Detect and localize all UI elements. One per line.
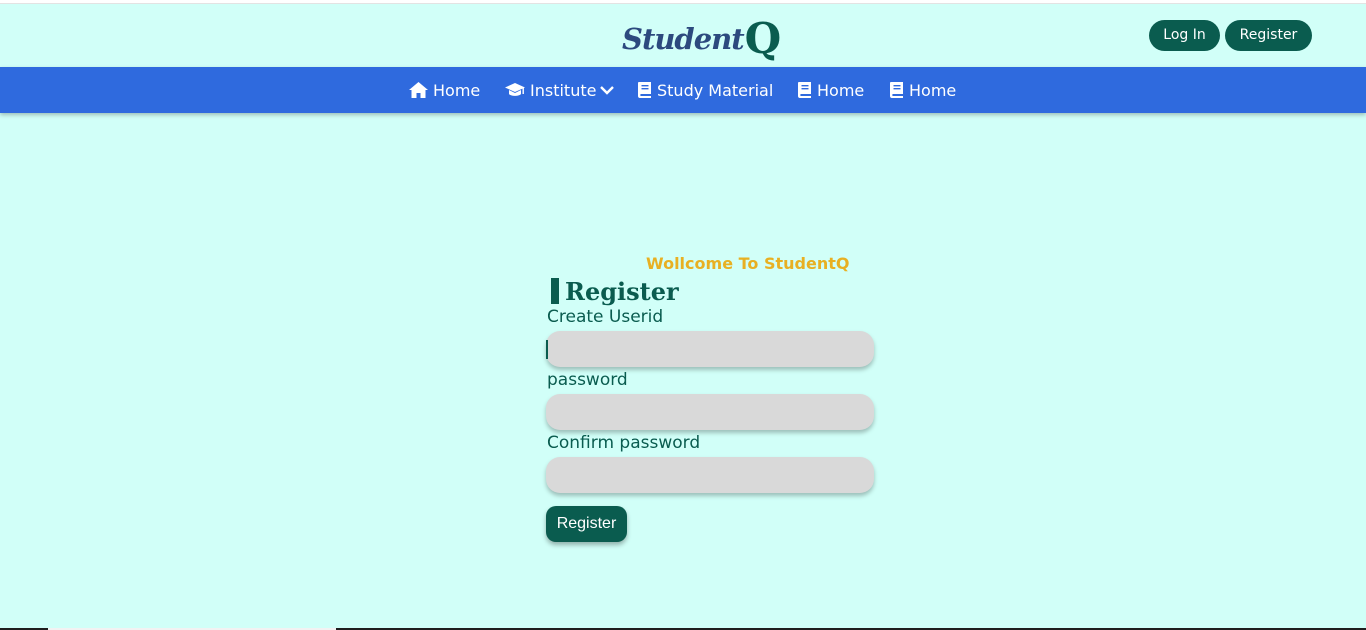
nav-item-home[interactable]: Home bbox=[409, 67, 480, 113]
nav-label: Home bbox=[817, 80, 865, 100]
header-register-button[interactable]: Register bbox=[1225, 20, 1312, 51]
home-icon bbox=[409, 82, 428, 98]
graduation-cap-icon bbox=[505, 83, 525, 96]
text-caret bbox=[546, 340, 548, 359]
confirm-password-input[interactable] bbox=[546, 457, 874, 493]
book-icon bbox=[638, 82, 651, 98]
nav-item-home-2[interactable]: Home bbox=[798, 67, 864, 113]
logo[interactable]: Student Q bbox=[622, 14, 781, 62]
login-button[interactable]: Log In bbox=[1149, 20, 1220, 51]
title-accent-bar bbox=[551, 278, 559, 304]
logo-q: Q bbox=[744, 14, 782, 63]
password-input[interactable] bbox=[546, 394, 874, 430]
main-nav: Home Institute Study Material Home Home bbox=[0, 67, 1366, 113]
form-title: Register bbox=[565, 277, 679, 306]
nav-item-study-material[interactable]: Study Material bbox=[638, 67, 773, 113]
welcome-text: Wollcome To StudentQ bbox=[646, 254, 850, 273]
userid-label: Create Userid bbox=[547, 307, 664, 327]
userid-input[interactable] bbox=[546, 331, 874, 367]
book-icon bbox=[798, 82, 811, 98]
nav-label: Home bbox=[433, 80, 481, 100]
site-header: Student Q Log In Register bbox=[0, 4, 1366, 67]
nav-label: Study Material bbox=[657, 80, 774, 100]
logo-text: Student bbox=[622, 22, 745, 56]
nav-item-home-3[interactable]: Home bbox=[890, 67, 956, 113]
nav-label: Institute bbox=[530, 80, 597, 100]
nav-label: Home bbox=[909, 80, 957, 100]
register-submit-button[interactable]: Register bbox=[546, 506, 627, 542]
password-label: password bbox=[547, 370, 628, 390]
book-icon bbox=[890, 82, 903, 98]
nav-item-institute[interactable]: Institute bbox=[505, 67, 619, 113]
chevron-down-icon bbox=[600, 86, 615, 95]
confirm-password-label: Confirm password bbox=[547, 433, 701, 453]
